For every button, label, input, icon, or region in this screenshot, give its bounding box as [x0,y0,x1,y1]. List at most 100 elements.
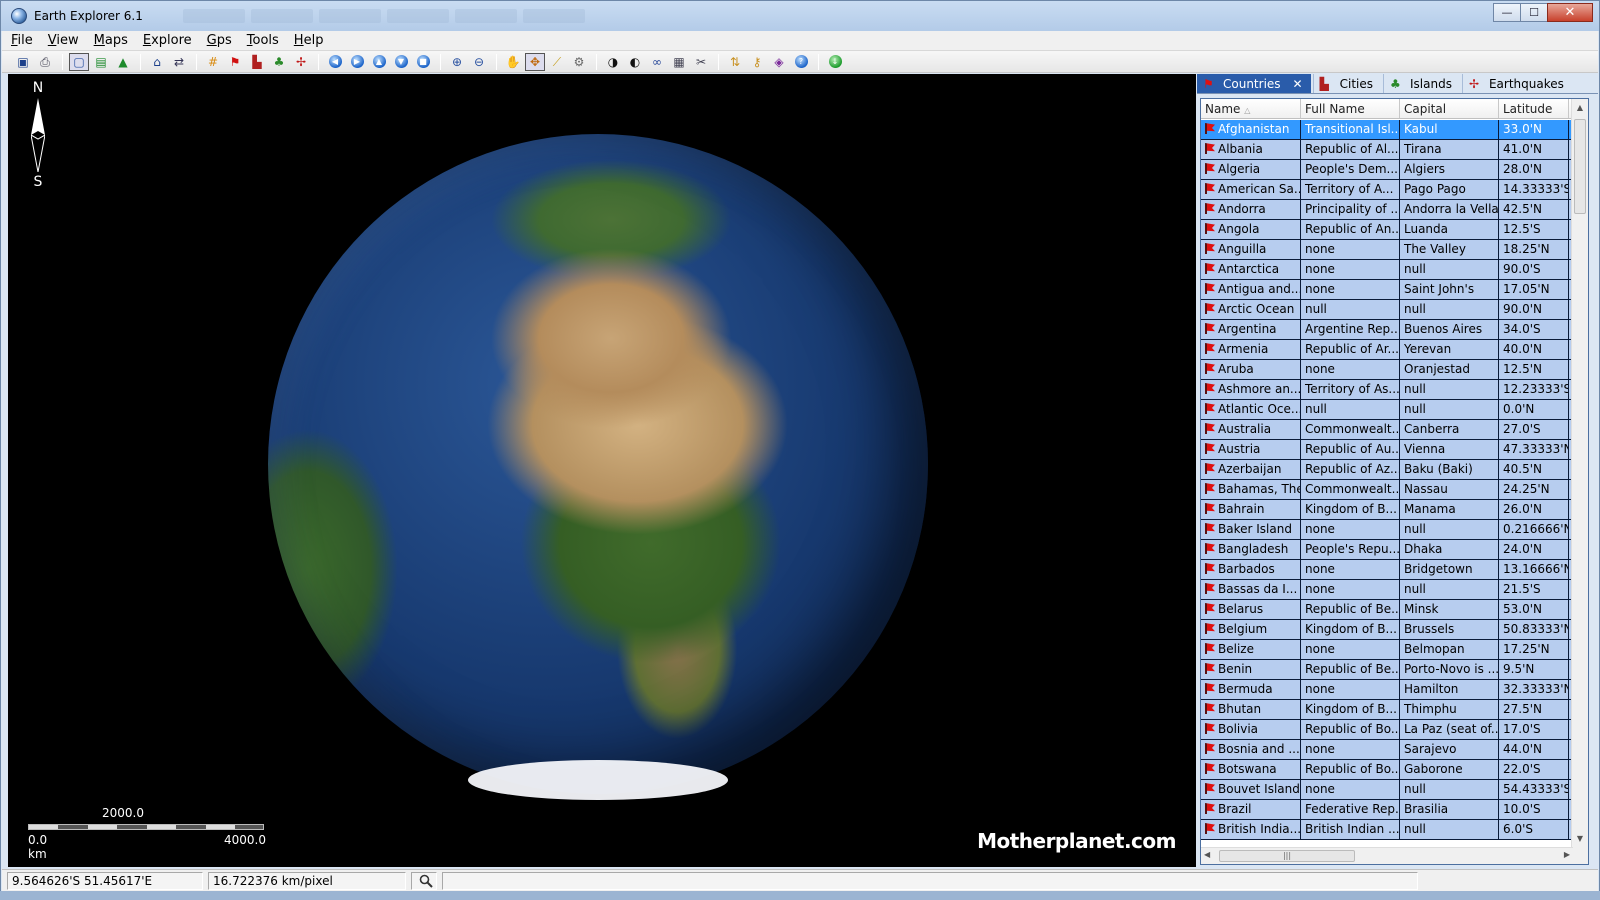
table-row[interactable]: Armenia Republic of Ar... Yerevan 40.0'N [1201,340,1571,360]
zoom-out-icon[interactable]: ⊖ [469,53,489,71]
table-row[interactable]: Afghanistan Transitional Isl... Kabul 33.0'… [1201,120,1571,140]
vertical-scrollbar[interactable]: ▲ ▼ [1571,99,1588,864]
table-row[interactable]: Bolivia Republic of Bo... La Paz (seat of.… [1201,720,1571,740]
scroll-thumb[interactable]: ||| [1219,850,1355,862]
close-button[interactable]: ✕ [1547,3,1593,22]
table-row[interactable]: Belgium Kingdom of B... Brussels 50.83333'N [1201,620,1571,640]
earthquake-icon[interactable]: ✢ [291,53,311,71]
pan-up-icon[interactable]: ▲ [369,53,389,71]
table-row[interactable]: Azerbaijan Republic of Az... Baku (Baki) 40… [1201,460,1571,480]
horizontal-scrollbar[interactable]: ◀ ||| ▶ [1201,847,1573,864]
table-row[interactable]: Australia Commonwealt... Canberra 27.0'S [1201,420,1571,440]
table-row[interactable]: Argentina Argentine Rep... Buenos Aires 34.… [1201,320,1571,340]
table-row[interactable]: Botswana Republic of Bo... Gaborone 22.0'S [1201,760,1571,780]
menu-gps[interactable]: Gps [201,33,238,48]
table-row[interactable]: Algeria People's Dem... Algiers 28.0'N [1201,160,1571,180]
tab-islands[interactable]: ♣ Islands [1383,74,1460,93]
minimize-button[interactable]: — [1493,3,1521,22]
moon-icon[interactable]: ◑ [603,53,623,71]
column-header-capital[interactable]: Capital [1400,99,1499,118]
zoom-in-icon[interactable]: ⊕ [447,53,467,71]
table-row[interactable]: Brazil Federative Rep... Brasilia 10.0'S [1201,800,1571,820]
route-icon[interactable]: ⇄ [169,53,189,71]
table-row[interactable]: Angola Republic of An... Luanda 12.5'S [1201,220,1571,240]
menu-view[interactable]: View [42,33,85,48]
table-row[interactable]: Andorra Principality of ... Andorra la Vel… [1201,200,1571,220]
save-icon[interactable]: ▣ [13,53,33,71]
table-row[interactable]: Austria Republic of Au... Vienna 47.33333'N [1201,440,1571,460]
scroll-thumb[interactable] [1574,119,1586,214]
measure-icon[interactable]: ⟋ [547,53,567,71]
book-icon[interactable]: ◈ [769,53,789,71]
menu-explore[interactable]: Explore [137,33,198,48]
table-row[interactable]: Anguilla none The Valley 18.25'N [1201,240,1571,260]
column-header-full-name[interactable]: Full Name [1301,99,1400,118]
binoculars-icon[interactable]: ∞ [647,53,667,71]
search-icon[interactable] [411,871,437,890]
calculator-icon[interactable]: ▦ [669,53,689,71]
key-icon[interactable]: ⚷ [747,53,767,71]
table-row[interactable]: Antigua and... none Saint John's 17.05'N [1201,280,1571,300]
table-row[interactable]: Aruba none Oranjestad 12.5'N [1201,360,1571,380]
table-row[interactable]: American Sa... Territory of A... Pago Pago… [1201,180,1571,200]
scroll-right-icon[interactable]: ▶ [1564,850,1570,859]
table-row[interactable]: Belize none Belmopan 17.25'N [1201,640,1571,660]
column-header-latitude[interactable]: Latitude [1499,99,1569,118]
table-row[interactable]: Bosnia and ... none Sarajevo 44.0'N [1201,740,1571,760]
tools-icon[interactable]: ✂ [691,53,711,71]
table-row[interactable]: Bhutan Kingdom of B... Thimphu 27.5'N [1201,700,1571,720]
scroll-left-icon[interactable]: ◀ [1204,850,1210,859]
table-row[interactable]: Benin Republic of Be... Porto-Novo is ... 9… [1201,660,1571,680]
table-row[interactable]: Albania Republic of Al... Tirana 41.0'N [1201,140,1571,160]
print-icon[interactable]: ⎙ [35,53,55,71]
scroll-down-icon[interactable]: ▼ [1572,830,1588,847]
table-row[interactable]: Ashmore an... Territory of As... null 12.23… [1201,380,1571,400]
home-icon[interactable]: ⌂ [147,53,167,71]
earth-globe[interactable] [268,134,928,800]
menu-help[interactable]: Help [288,33,330,48]
title-bar[interactable]: Earth Explorer 6.1 — ☐ ✕ [1,1,1599,31]
settings-icon[interactable]: ⚙ [569,53,589,71]
table-row[interactable]: Bangladesh People's Repu... Dhaka 24.0'N [1201,540,1571,560]
flag-icon[interactable]: ⚑ [225,53,245,71]
rotate-tool-icon[interactable]: ✥ [525,52,545,71]
sort-icon[interactable]: ⇅ [725,53,745,71]
column-header-name[interactable]: Name △ [1201,99,1301,118]
stop-icon[interactable]: ■ [413,53,433,71]
table-row[interactable]: Atlantic Oce... null null 0.0'N [1201,400,1571,420]
close-tab-icon[interactable]: ✕ [1293,77,1303,91]
tab-countries[interactable]: ⚑ Countries ✕ [1197,74,1311,93]
pan-down-icon[interactable]: ▼ [391,53,411,71]
tab-cities[interactable]: ▙ Cities [1312,74,1381,93]
pan-right-icon[interactable]: ▶ [347,53,367,71]
globe-viewport[interactable]: N S 2000.0 0.0 km 4000.0 Motherplanet.co… [8,74,1196,867]
table-row[interactable]: Belarus Republic of Be... Minsk 53.0'N [1201,600,1571,620]
table-row[interactable]: Bouvet Island none null 54.43333'S [1201,780,1571,800]
grid-icon[interactable]: # [203,53,223,71]
tab-earthquakes[interactable]: ✢ Earthquakes [1461,74,1572,93]
download-icon[interactable]: ↓ [825,53,845,71]
table-row[interactable]: Bahrain Kingdom of B... Manama 26.0'N [1201,500,1571,520]
table-row[interactable]: Bermuda none Hamilton 32.33333'N [1201,680,1571,700]
table-row[interactable]: Bahamas, The Commonwealt... Nassau 24.25'N [1201,480,1571,500]
view-2d-icon[interactable]: ▢ [69,52,89,71]
table-row[interactable]: Antarctica none null 90.0'S [1201,260,1571,280]
table-row[interactable]: Baker Island none null 0.216666'N [1201,520,1571,540]
menu-tools[interactable]: Tools [241,33,285,48]
hand-tool-icon[interactable]: ✋ [503,53,523,71]
view-3d-icon[interactable]: ▲ [113,53,133,71]
table-row[interactable]: British India... British Indian ... null 6.… [1201,820,1571,840]
table-row[interactable]: Barbados none Bridgetown 13.16666'N [1201,560,1571,580]
city-icon[interactable]: ▙ [247,53,267,71]
menu-maps[interactable]: Maps [88,33,134,48]
help-icon[interactable]: ? [791,53,811,71]
table-row[interactable]: Bassas da I... none null 21.5'S [1201,580,1571,600]
contrast-icon[interactable]: ◐ [625,53,645,71]
scroll-up-icon[interactable]: ▲ [1572,99,1588,116]
maximize-button[interactable]: ☐ [1520,3,1548,22]
island-icon[interactable]: ♣ [269,53,289,71]
menu-file[interactable]: File [5,33,39,48]
view-map-icon[interactable]: ▤ [91,53,111,71]
table-row[interactable]: Arctic Ocean null null 90.0'N [1201,300,1571,320]
pan-left-icon[interactable]: ◀ [325,53,345,71]
